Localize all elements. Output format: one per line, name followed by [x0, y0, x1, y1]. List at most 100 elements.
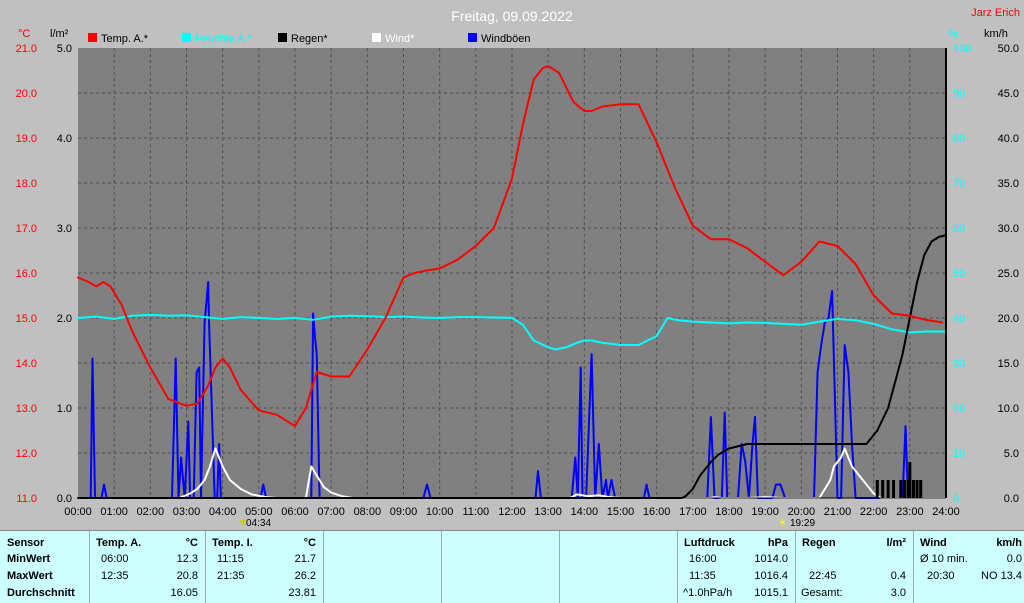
legend-swatch	[468, 33, 477, 42]
temp-tick-label: 20.0	[16, 88, 37, 100]
temp-tick-label: 14.0	[16, 358, 37, 370]
x-tick-label: 16:00	[643, 506, 671, 518]
temp-i-max-val: 26.2	[294, 570, 316, 582]
rain-bar	[915, 480, 919, 498]
wind-tick-label: 35.0	[998, 178, 1019, 190]
legend-label: Temp. A.*	[101, 33, 149, 45]
wind-tick-label: 15.0	[998, 358, 1019, 370]
temp-tick-label: 11.0	[16, 493, 37, 505]
wind-tick-label: 30.0	[998, 223, 1019, 235]
wind-unit-label: km/h	[984, 28, 1008, 40]
x-tick-label: 03:00	[173, 506, 201, 518]
hum-tick-label: 40	[953, 313, 965, 325]
x-tick-label: 09:00	[390, 506, 418, 518]
temp-a-max-time: 12:35	[101, 570, 129, 582]
wind-tick-label: 40.0	[998, 133, 1019, 145]
rain-bar	[908, 462, 912, 498]
temp-a-column: Temp. A. °C 06:00 12.3 12:35 20.8 16.05	[90, 531, 206, 603]
temp-i-unit: °C	[303, 537, 316, 549]
x-tick-label: 14:00	[571, 506, 599, 518]
x-tick-label: 07:00	[317, 506, 345, 518]
rain-unit: l/m²	[886, 537, 906, 549]
sunset-time: 19:29	[790, 518, 815, 529]
rain-tick-label: 5.0	[57, 43, 72, 55]
hum-tick-label: 20	[953, 403, 965, 415]
avg-label: Durchschnitt	[7, 587, 75, 599]
rain-bar	[902, 480, 906, 498]
temp-a-min-val: 12.3	[176, 553, 198, 565]
x-tick-label: 05:00	[245, 506, 273, 518]
rain-head: Regen	[802, 537, 836, 549]
sunset-marker: ☀ 19:29	[778, 518, 815, 529]
rain-tick-label: 0.0	[57, 493, 72, 505]
temp-tick-label: 15.0	[16, 313, 37, 325]
x-tick-label: 06:00	[281, 506, 309, 518]
pressure-column: Luftdruck hPa 16:00 1014.0 11:35 1016.4 …	[678, 531, 796, 603]
pressure-head: Luftdruck	[684, 537, 735, 549]
chart-title: Freitag, 09.09.2022	[451, 8, 573, 24]
rain-bar	[911, 480, 915, 498]
pressure-r1-val: 1014.0	[754, 553, 788, 565]
legend-label: Wind*	[385, 33, 415, 45]
temp-i-head: Temp. I.	[212, 537, 253, 549]
legend-swatch	[278, 33, 287, 42]
x-tick-label: 17:00	[679, 506, 707, 518]
rain-bar	[899, 480, 903, 498]
hum-tick-label: 90	[953, 88, 965, 100]
temp-i-min-time: 11:15	[217, 553, 244, 565]
x-tick-label: 12:00	[498, 506, 526, 518]
sensor-head: Sensor	[7, 537, 45, 549]
wind-r1-label: Ø 10 min.	[920, 553, 968, 565]
empty-column-1	[324, 531, 442, 603]
wind-r2-val: NO 13.4	[981, 570, 1022, 582]
temp-i-min-val: 21.7	[294, 553, 316, 565]
sensor-column: Sensor MinWert MaxWert Durchschnitt	[0, 531, 90, 603]
rain-tick-label: 3.0	[57, 223, 72, 235]
wind-r2-time: 20:30	[927, 570, 955, 582]
temp-i-max-time: 21:35	[217, 570, 245, 582]
sunrise-marker: ▼ 04:34	[238, 518, 271, 529]
temp-tick-label: 17.0	[16, 223, 37, 235]
hum-tick-label: 50	[953, 268, 965, 280]
sunset-icon: ☀	[778, 518, 787, 529]
temp-a-max-val: 20.8	[176, 570, 198, 582]
min-label: MinWert	[7, 553, 51, 565]
rain-bar	[875, 480, 879, 498]
hum-tick-label: 80	[953, 133, 965, 145]
rain-tick-label: 4.0	[57, 133, 72, 145]
temp-a-unit: °C	[185, 537, 198, 549]
x-tick-label: 20:00	[788, 506, 816, 518]
temp-tick-label: 21.0	[16, 43, 37, 55]
temp-a-head: Temp. A.	[96, 537, 142, 549]
rain-tick-label: 2.0	[57, 313, 72, 325]
wind-head: Wind	[920, 537, 947, 549]
wind-tick-label: 0.0	[1004, 493, 1019, 505]
x-tick-label: 23:00	[896, 506, 924, 518]
rain-bar	[892, 480, 896, 498]
x-tick-label: 08:00	[354, 506, 382, 518]
legend-label: Windböen	[481, 33, 531, 45]
temp-tick-label: 16.0	[16, 268, 37, 280]
legend: Temp. A.* Feuchte A.* Regen* Wind* Windböen	[88, 33, 531, 45]
temp-tick-label: 13.0	[16, 403, 37, 415]
wind-tick-label: 10.0	[998, 403, 1019, 415]
wind-tick-label: 50.0	[998, 43, 1019, 55]
rain-tick-label: 1.0	[57, 403, 72, 415]
hum-tick-label: 10	[953, 448, 965, 460]
x-tick-label: 24:00	[932, 506, 960, 518]
wind-tick-label: 5.0	[1004, 448, 1019, 460]
pressure-r3-label: ^1.0hPa/h	[683, 587, 733, 599]
weather-chart: 11.0 12.0 13.0 14.0 15.0 16.0 17.0 18.0 19.0 20.0…	[16, 7, 1020, 529]
empty-column-2	[442, 531, 560, 603]
rain-bar	[886, 480, 890, 498]
credit-label: Jarz Erich	[971, 7, 1020, 19]
rain-r2-val: 0.4	[890, 570, 906, 582]
hum-tick-label: 100	[953, 43, 971, 55]
wind-tick-label: 45.0	[998, 88, 1019, 100]
wind-unit: km/h	[996, 537, 1022, 549]
pressure-r2-time: 11:35	[689, 570, 716, 582]
x-tick-label: 13:00	[534, 506, 562, 518]
x-tick-label: 01:00	[100, 506, 128, 518]
rain-bar	[919, 480, 923, 498]
pressure-r3-val: 1015.1	[754, 587, 788, 599]
